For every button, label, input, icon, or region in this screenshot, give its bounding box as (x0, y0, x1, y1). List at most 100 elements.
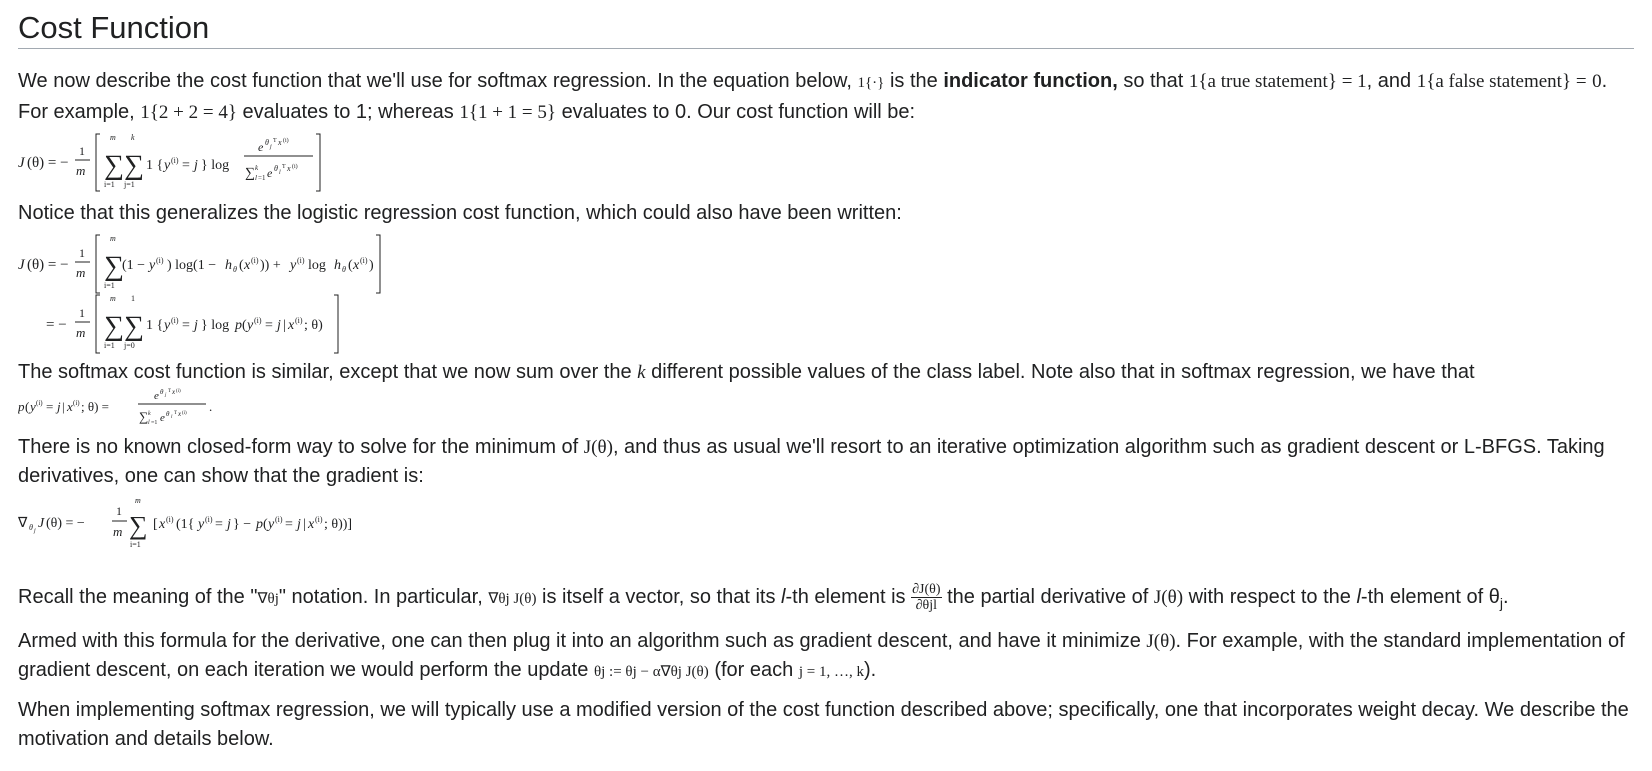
svg-text:m: m (76, 163, 85, 178)
svg-text:; θ) =: ; θ) = (81, 399, 109, 414)
paragraph-closed-form: There is no known closed-form way to sol… (18, 433, 1634, 491)
svg-text:p: p (18, 399, 25, 414)
svg-text:x: x (243, 258, 251, 273)
svg-text:θ: θ (233, 265, 237, 274)
svg-text:j=0: j=0 (123, 341, 135, 350)
svg-text:m: m (76, 265, 85, 280)
svg-text:1 {: 1 { (146, 318, 163, 333)
svg-text:x: x (277, 138, 282, 147)
math-inline: ∇θj J(θ) (488, 591, 537, 608)
svg-text:y: y (245, 318, 254, 333)
svg-text:=: = (265, 318, 273, 333)
svg-text:j: j (192, 158, 198, 173)
text: (for each (714, 659, 794, 682)
svg-text:=: = (215, 517, 223, 532)
gradient-equation-graphic: ∇ θ j J (θ) = − 1 m ∑ m i=1 [ x (i) (1{ … (17, 496, 352, 549)
svg-text:p: p (255, 517, 263, 532)
svg-text:=1: =1 (258, 174, 266, 182)
softmax-probability-equation: p ( y (i) = j | x (i) ; θ) = e θ j T x (… (17, 387, 1634, 427)
indicator-function-link[interactable]: indicator function, (943, 70, 1117, 92)
svg-text:θ: θ (342, 265, 346, 274)
svg-text:j: j (269, 144, 272, 150)
svg-text:(i): (i) (156, 256, 164, 265)
text: We now describe the cost function that w… (18, 70, 852, 93)
svg-text:1: 1 (116, 504, 122, 518)
svg-text:= −: = − (46, 317, 67, 333)
svg-text:l: l (255, 174, 257, 182)
paragraph-weight-decay: When implementing softmax regression, we… (18, 699, 1629, 751)
text: different possible values of the class l… (651, 361, 1475, 384)
svg-text:p: p (234, 318, 242, 333)
text: There is no known closed-form way to sol… (18, 436, 579, 459)
svg-text:∑: ∑ (124, 311, 144, 342)
svg-text:(i): (i) (360, 256, 368, 265)
svg-text:e: e (267, 166, 273, 180)
svg-text:(i): (i) (205, 515, 213, 524)
svg-text:(i): (i) (283, 137, 289, 144)
math-inline: ∇θj (257, 591, 279, 608)
svg-text:l: l (148, 420, 150, 426)
text: with respect to the (1188, 586, 1351, 609)
svg-text:∑: ∑ (139, 409, 148, 424)
svg-text:1: 1 (79, 144, 85, 158)
svg-text:(i): (i) (315, 515, 323, 524)
svg-text:|: | (62, 399, 65, 414)
math-inline: 1{a true statement} = 1 (1188, 71, 1367, 93)
svg-text:|: | (283, 318, 286, 333)
svg-text:x: x (286, 164, 291, 173)
svg-text:h: h (225, 258, 232, 273)
svg-text:m: m (110, 133, 116, 142)
svg-text:j=1: j=1 (123, 180, 135, 189)
svg-text:y: y (162, 318, 171, 333)
svg-text:)) +: )) + (260, 258, 281, 273)
svg-text:∑: ∑ (104, 150, 124, 181)
text: Recall the meaning of the " (18, 586, 258, 609)
text: so that (1123, 70, 1184, 93)
svg-text:log: log (308, 258, 326, 273)
svg-text:(i): (i) (182, 411, 187, 416)
svg-text:1: 1 (79, 246, 85, 260)
svg-text:=: = (182, 318, 190, 333)
svg-text:(i): (i) (73, 399, 80, 407)
svg-text:∇: ∇ (18, 516, 28, 531)
svg-text:(θ) = −: (θ) = − (27, 257, 69, 273)
svg-text:∑: ∑ (124, 150, 144, 181)
text: , and (1366, 70, 1412, 93)
text: is itself a vector, so that its (542, 586, 776, 609)
svg-text:θ: θ (166, 410, 170, 418)
text: -th element is (785, 586, 906, 609)
svg-text:x: x (352, 258, 360, 273)
svg-text:(1{: (1{ (176, 517, 194, 532)
svg-text:(i): (i) (251, 256, 259, 265)
svg-text:=1: =1 (151, 420, 157, 426)
text: Armed with this formula for the derivati… (18, 630, 1141, 653)
softmax-probability-graphic: p ( y (i) = j | x (i) ; θ) = e θ j T x (… (17, 388, 212, 426)
svg-text:∑: ∑ (104, 251, 124, 282)
svg-text:j: j (275, 318, 281, 333)
paragraph-generalizes: Notice that this generalizes the logisti… (18, 202, 902, 225)
svg-text:j: j (225, 517, 231, 532)
svg-text:x: x (287, 318, 295, 333)
svg-text:m: m (110, 234, 116, 243)
paragraph-armed-formula: Armed with this formula for the derivati… (18, 627, 1634, 687)
svg-text:j: j (192, 318, 198, 333)
svg-text:): ) (369, 258, 374, 273)
svg-text:m: m (113, 524, 122, 539)
svg-text:(i): (i) (292, 163, 298, 170)
text: " notation. In particular, (278, 586, 483, 609)
svg-text:T: T (282, 164, 286, 170)
svg-text:∑: ∑ (245, 166, 255, 181)
svg-text:1 {: 1 { (146, 158, 163, 173)
svg-text:l: l (171, 415, 173, 420)
svg-text:T: T (273, 138, 277, 144)
svg-text:∑: ∑ (129, 511, 148, 540)
svg-text:(i): (i) (166, 515, 174, 524)
svg-text:J: J (18, 155, 26, 171)
svg-text:[: [ (153, 517, 158, 532)
svg-text:y: y (196, 517, 205, 532)
svg-text:j: j (33, 528, 36, 534)
svg-text:i=1: i=1 (130, 540, 141, 549)
svg-text:j: j (55, 399, 61, 414)
math-inline: 0 (1592, 71, 1602, 93)
svg-text:e: e (258, 140, 264, 154)
